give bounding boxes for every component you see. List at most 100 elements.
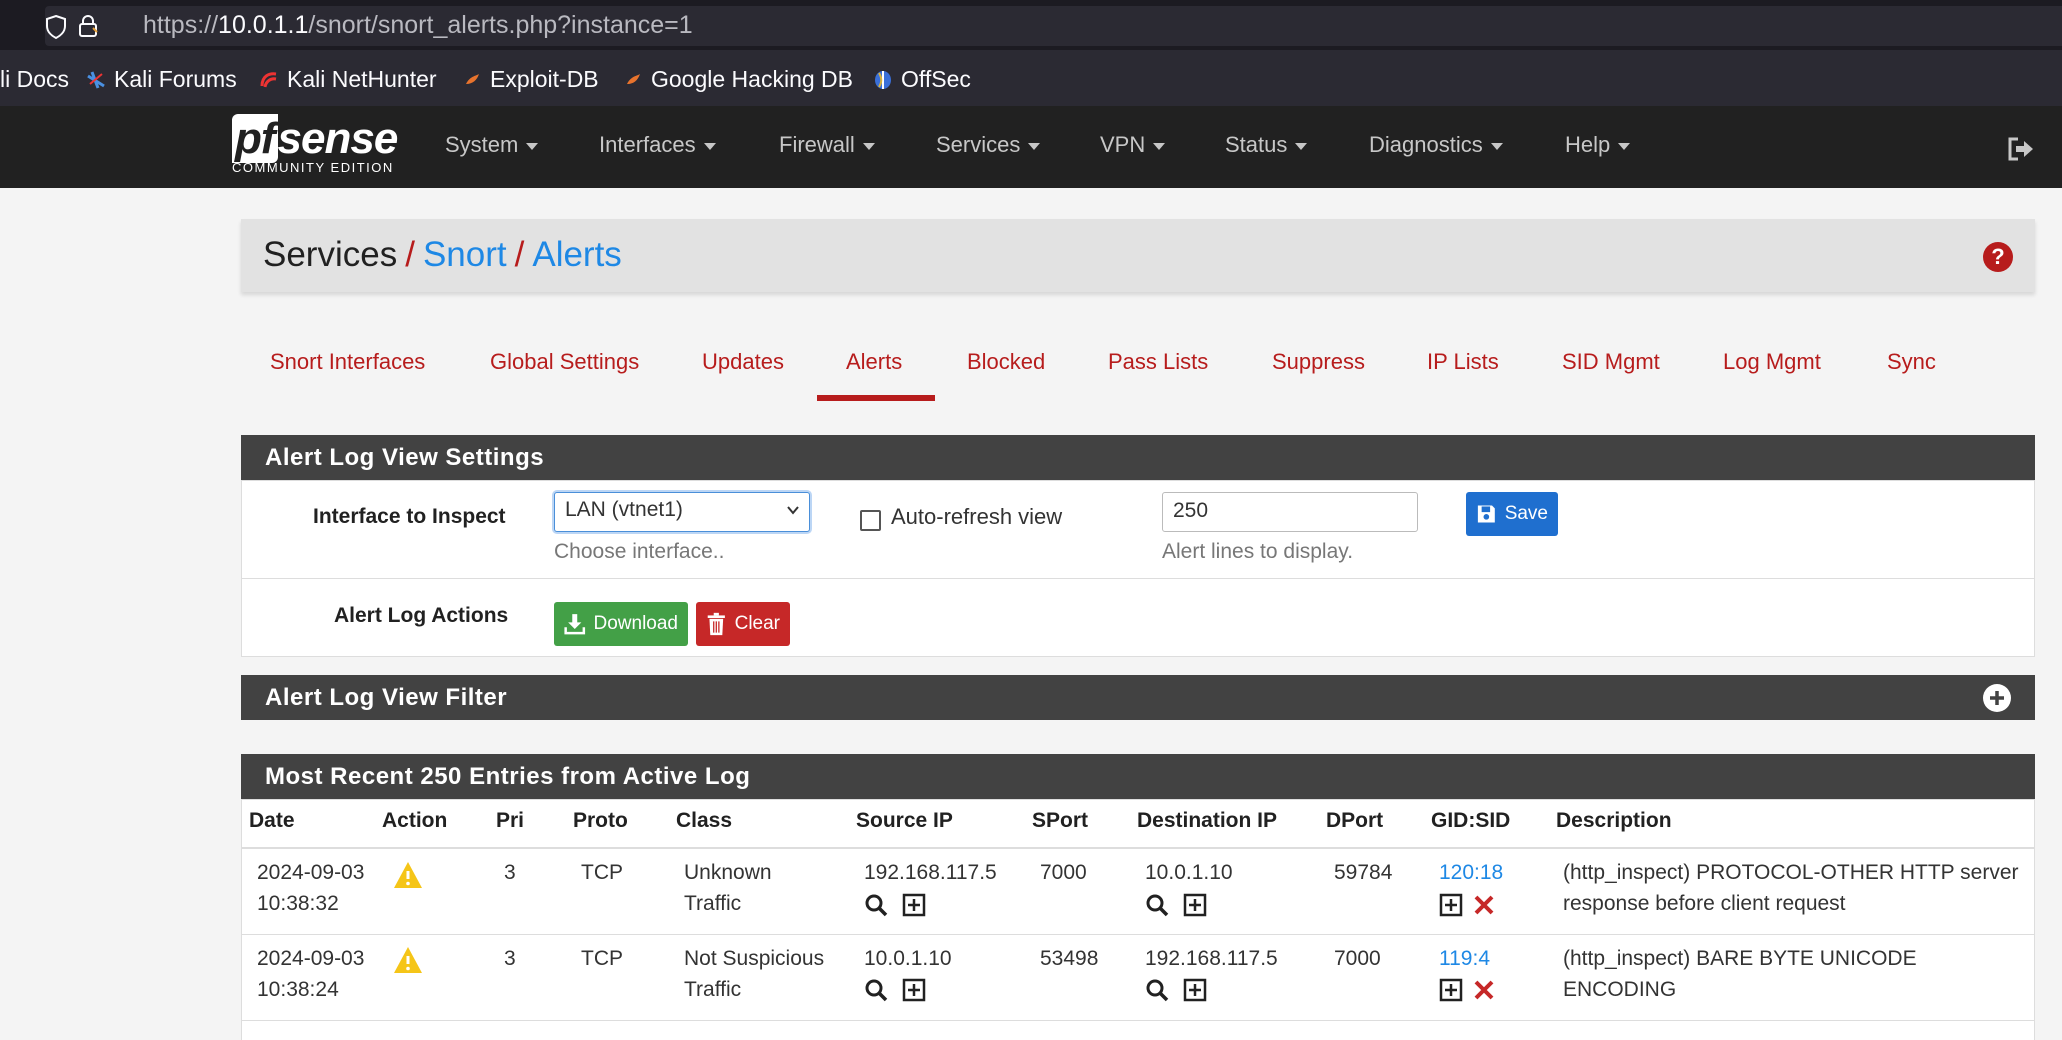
nav-system[interactable]: System xyxy=(445,132,539,158)
logo-sense: sense xyxy=(277,114,399,163)
alert-lines-input[interactable]: 250 xyxy=(1162,492,1418,532)
col-class[interactable]: Class xyxy=(676,809,732,833)
cell-source-ip: 10.0.1.10 xyxy=(864,947,952,970)
tab-global-settings[interactable]: Global Settings xyxy=(490,349,639,375)
download-button[interactable]: Download xyxy=(554,602,688,646)
search-icon[interactable] xyxy=(864,978,888,1002)
nav-diagnostics[interactable]: Diagnostics xyxy=(1369,132,1503,158)
col-sport[interactable]: SPort xyxy=(1032,809,1088,833)
tab-alerts[interactable]: Alerts xyxy=(846,349,902,375)
download-label: Download xyxy=(593,613,679,634)
add-suppress-icon[interactable] xyxy=(1439,893,1463,917)
save-button[interactable]: Save xyxy=(1466,492,1558,536)
clear-label: Clear xyxy=(734,613,780,634)
interface-value: LAN (vtnet1) xyxy=(565,498,683,521)
save-icon xyxy=(1477,505,1495,523)
autorefresh-checkbox[interactable] xyxy=(860,510,881,531)
clear-button[interactable]: Clear xyxy=(696,602,790,646)
expand-plus-icon[interactable] xyxy=(1983,684,2011,712)
add-suppress-icon[interactable] xyxy=(1183,978,1207,1002)
crumb-snort[interactable]: Snort xyxy=(423,235,507,274)
col-source-ip[interactable]: Source IP xyxy=(856,809,953,833)
bookmark-google-hacking-db[interactable]: Google Hacking DB xyxy=(623,66,853,93)
date-time: 10:38:24 xyxy=(257,978,339,1001)
tab-log-mgmt[interactable]: Log Mgmt xyxy=(1723,349,1821,375)
nav-label: System xyxy=(445,132,519,157)
save-label: Save xyxy=(1504,503,1548,524)
pfsense-logo[interactable]: pfsense COMMUNITY EDITION xyxy=(232,114,399,175)
col-dport[interactable]: DPort xyxy=(1326,809,1383,833)
kali-forums-icon xyxy=(87,70,105,89)
help-icon[interactable]: ? xyxy=(1983,242,2013,272)
search-icon[interactable] xyxy=(1145,893,1169,917)
col-date[interactable]: Date xyxy=(249,809,295,833)
breadcrumb: Services / Snort / Alerts ? xyxy=(241,219,2035,292)
nav-interfaces[interactable]: Interfaces xyxy=(599,132,716,158)
cell-gid-sid-link[interactable]: 120:18 xyxy=(1439,857,1503,888)
lock-icon xyxy=(79,15,98,37)
col-destination-ip[interactable]: Destination IP xyxy=(1137,809,1277,833)
add-suppress-icon[interactable] xyxy=(1439,978,1463,1002)
tab-blocked[interactable]: Blocked xyxy=(967,349,1045,375)
nav-label: VPN xyxy=(1100,132,1146,157)
active-tab-indicator xyxy=(817,395,935,401)
description-line: (http_inspect) PROTOCOL-OTHER HTTP serve… xyxy=(1563,861,2019,884)
settings-panel-title: Alert Log View Settings xyxy=(265,444,545,471)
cell-gid-sid-link[interactable]: 119:4 xyxy=(1439,943,1490,974)
col-action[interactable]: Action xyxy=(382,809,447,833)
col-proto[interactable]: Proto xyxy=(573,809,628,833)
autorefresh-label: Auto-refresh view xyxy=(891,504,1063,529)
disable-rule-icon[interactable] xyxy=(1472,893,1496,917)
tab-updates[interactable]: Updates xyxy=(702,349,784,375)
nav-vpn[interactable]: VPN xyxy=(1100,132,1166,158)
col-description[interactable]: Description xyxy=(1556,809,1672,833)
add-suppress-icon[interactable] xyxy=(902,893,926,917)
bookmark-label: Google Hacking DB xyxy=(651,66,853,92)
nav-firewall[interactable]: Firewall xyxy=(779,132,875,158)
bookmark-exploit-db[interactable]: Exploit-DB xyxy=(462,66,599,93)
description-line: response before client request xyxy=(1563,892,1846,915)
trash-icon xyxy=(707,612,725,636)
bookmark-label: Exploit-DB xyxy=(490,66,599,92)
download-icon xyxy=(564,614,586,635)
main-navbar: pfsense COMMUNITY EDITION System Interfa… xyxy=(0,106,2062,188)
caret-down-icon xyxy=(1028,142,1041,150)
nav-help[interactable]: Help xyxy=(1565,132,1631,158)
nav-label: Help xyxy=(1565,132,1611,157)
bookmark-kali-nethunter[interactable]: Kali NetHunter xyxy=(259,66,437,93)
tab-sync[interactable]: Sync xyxy=(1887,349,1936,375)
class-line: Not Suspicious xyxy=(684,947,825,970)
class-line: Traffic xyxy=(684,892,742,915)
filter-panel-title: Alert Log View Filter xyxy=(265,684,508,711)
caret-down-icon xyxy=(526,142,539,150)
ghdb-icon xyxy=(627,73,640,84)
nav-services[interactable]: Services xyxy=(936,132,1041,158)
cell-pri: 3 xyxy=(504,947,516,970)
logo-subtitle: COMMUNITY EDITION xyxy=(232,160,394,175)
col-pri[interactable]: Pri xyxy=(496,809,524,833)
tab-sid-mgmt[interactable]: SID Mgmt xyxy=(1562,349,1660,375)
crumb-separator: / xyxy=(405,235,415,274)
bookmark-kali-docs[interactable]: li Docs xyxy=(0,66,69,93)
add-suppress-icon[interactable] xyxy=(1183,893,1207,917)
bookmark-kali-forums[interactable]: Kali Forums xyxy=(86,66,237,93)
tab-snort-interfaces[interactable]: Snort Interfaces xyxy=(270,349,425,375)
caret-down-icon xyxy=(1490,142,1503,150)
bookmark-offsec[interactable]: OffSec xyxy=(873,66,971,93)
col-gid-sid[interactable]: GID:SID xyxy=(1431,809,1510,833)
settings-panel-body xyxy=(241,480,2035,657)
tab-pass-lists[interactable]: Pass Lists xyxy=(1108,349,1208,375)
caret-down-icon xyxy=(1153,142,1166,150)
filter-panel-header[interactable]: Alert Log View Filter xyxy=(241,675,2035,720)
logout-icon[interactable] xyxy=(2006,136,2036,162)
cell-date: 2024-09-03 10:38:32 xyxy=(257,857,364,919)
search-icon[interactable] xyxy=(864,893,888,917)
add-suppress-icon[interactable] xyxy=(902,978,926,1002)
nav-status[interactable]: Status xyxy=(1225,132,1308,158)
tab-ip-lists[interactable]: IP Lists xyxy=(1427,349,1499,375)
crumb-alerts[interactable]: Alerts xyxy=(532,235,621,274)
search-icon[interactable] xyxy=(1145,978,1169,1002)
tab-suppress[interactable]: Suppress xyxy=(1272,349,1365,375)
disable-rule-icon[interactable] xyxy=(1472,978,1496,1002)
interface-select[interactable]: LAN (vtnet1) xyxy=(554,492,810,532)
